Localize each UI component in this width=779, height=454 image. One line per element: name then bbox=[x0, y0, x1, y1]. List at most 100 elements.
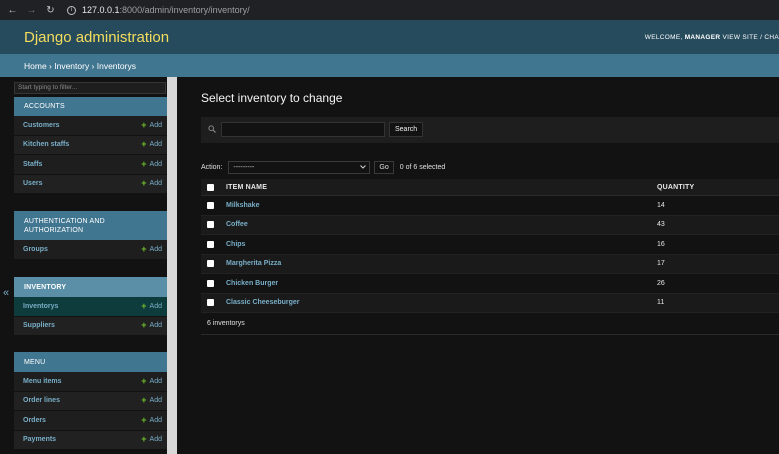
sidebar-item-payments[interactable]: Payments + Add bbox=[14, 430, 167, 450]
item-name-link[interactable]: Chips bbox=[226, 241, 245, 248]
select-all-checkbox[interactable] bbox=[207, 183, 214, 191]
add-link[interactable]: + Add bbox=[141, 395, 162, 406]
sidebar-item-label[interactable]: Order lines bbox=[23, 397, 60, 404]
url-path: :8000/admin/inventory/inventory/ bbox=[119, 5, 250, 15]
sidebar-item-label[interactable]: Payments bbox=[23, 436, 56, 443]
sidebar-item-label[interactable]: Menu items bbox=[23, 378, 62, 385]
go-button[interactable]: Go bbox=[374, 160, 394, 174]
plus-icon: + bbox=[141, 158, 147, 169]
sidebar-item-label[interactable]: Inventorys bbox=[23, 303, 58, 310]
search-input[interactable] bbox=[221, 122, 385, 137]
module-auth: AUTHENTICATION AND AUTHORIZATION Groups +… bbox=[14, 211, 167, 260]
back-icon[interactable]: ← bbox=[6, 4, 19, 17]
table-row: Margherita Pizza 17 bbox=[201, 254, 779, 274]
sidebar-item-users[interactable]: Users + Add bbox=[14, 174, 167, 194]
quantity-cell: 43 bbox=[657, 221, 665, 229]
row-checkbox[interactable] bbox=[207, 221, 214, 229]
sidebar-scrollbar[interactable] bbox=[167, 77, 177, 454]
add-link[interactable]: + Add bbox=[141, 139, 162, 150]
changelist-content: Select inventory to change Search Action… bbox=[177, 77, 779, 454]
sidebar-item-label[interactable]: Users bbox=[23, 180, 42, 187]
item-name-link[interactable]: Chicken Burger bbox=[226, 280, 278, 287]
sidebar-item-order-lines[interactable]: Order lines + Add bbox=[14, 391, 167, 411]
row-checkbox[interactable] bbox=[207, 201, 214, 209]
sidebar-item-menu-items[interactable]: Menu items + Add bbox=[14, 372, 167, 392]
add-link[interactable]: + Add bbox=[141, 300, 162, 311]
item-name-link[interactable]: Classic Cheeseburger bbox=[226, 299, 300, 306]
plus-icon: + bbox=[141, 320, 147, 331]
reload-icon[interactable]: ↻ bbox=[44, 4, 57, 17]
table-row: Chips 16 bbox=[201, 235, 779, 255]
site-info-icon[interactable]: i bbox=[67, 5, 76, 15]
item-name-link[interactable]: Coffee bbox=[226, 221, 248, 228]
add-link[interactable]: + Add bbox=[141, 320, 162, 331]
add-link[interactable]: + Add bbox=[141, 435, 162, 444]
sidebar-item-label[interactable]: Groups bbox=[23, 246, 48, 253]
user-links[interactable]: VIEW SITE / CHA bbox=[722, 34, 779, 41]
row-checkbox[interactable] bbox=[207, 240, 214, 248]
sidebar-item-label[interactable]: Kitchen staffs bbox=[23, 141, 69, 148]
sidebar-item-label[interactable]: Orders bbox=[23, 417, 46, 424]
row-checkbox[interactable] bbox=[207, 279, 214, 287]
item-name-link[interactable]: Margherita Pizza bbox=[226, 260, 281, 267]
breadcrumb[interactable]: Home › Inventory › Inventorys bbox=[0, 54, 779, 77]
sidebar-toggle[interactable]: « bbox=[0, 77, 13, 454]
sidebar-item-label[interactable]: Staffs bbox=[23, 161, 42, 168]
paginator: 6 inventorys bbox=[201, 313, 779, 335]
nav-filter-input[interactable]: Start typing to filter... bbox=[14, 82, 166, 94]
add-link[interactable]: + Add bbox=[141, 415, 162, 424]
module-caption[interactable]: INVENTORY bbox=[14, 277, 167, 297]
row-checkbox[interactable] bbox=[207, 260, 214, 268]
collapse-sidebar-icon[interactable]: « bbox=[3, 287, 9, 299]
sidebar-item-orders[interactable]: Orders + Add bbox=[14, 411, 167, 431]
forward-icon[interactable]: → bbox=[25, 4, 38, 17]
table-header: ITEM NAME QUANTITY bbox=[201, 179, 779, 196]
site-title[interactable]: Django administration bbox=[24, 29, 169, 46]
address-bar[interactable]: i 127.0.0.1:8000/admin/inventory/invento… bbox=[67, 5, 250, 15]
add-link[interactable]: + Add bbox=[141, 375, 162, 386]
action-select[interactable]: --------- bbox=[228, 160, 371, 174]
actions-bar: Action: --------- Go 0 of 6 selected bbox=[201, 158, 779, 176]
sidebar-item-inventorys[interactable]: Inventorys + Add bbox=[14, 297, 167, 317]
module-caption[interactable]: AUTHENTICATION AND AUTHORIZATION bbox=[14, 211, 167, 240]
add-link[interactable]: + Add bbox=[141, 119, 162, 130]
plus-icon: + bbox=[141, 300, 147, 311]
sidebar-item-kitchen-staffs[interactable]: Kitchen staffs + Add bbox=[14, 135, 167, 155]
username: MANAGER bbox=[684, 34, 721, 41]
plus-icon: + bbox=[141, 139, 147, 150]
module-caption[interactable]: MENU bbox=[14, 352, 167, 372]
search-button[interactable]: Search bbox=[389, 122, 424, 137]
quantity-cell: 26 bbox=[657, 279, 665, 287]
row-checkbox[interactable] bbox=[207, 299, 214, 307]
search-icon bbox=[208, 125, 216, 133]
table-row: Classic Cheeseburger 11 bbox=[201, 293, 779, 313]
sidebar-item-label[interactable]: Suppliers bbox=[23, 322, 55, 329]
sidebar-item-customers[interactable]: Customers + Add bbox=[14, 116, 167, 136]
item-name-link[interactable]: Milkshake bbox=[226, 202, 259, 209]
plus-icon: + bbox=[141, 395, 147, 406]
sidebar-item-staffs[interactable]: Staffs + Add bbox=[14, 155, 167, 175]
sidebar-item-groups[interactable]: Groups + Add bbox=[14, 240, 167, 260]
add-link[interactable]: + Add bbox=[141, 158, 162, 169]
column-header-item-name[interactable]: ITEM NAME bbox=[226, 184, 267, 191]
module-menu: MENU Menu items + Add Order lines + Add Orde… bbox=[14, 352, 167, 450]
sidebar-item-suppliers[interactable]: Suppliers + Add bbox=[14, 316, 167, 336]
table-row: Coffee 43 bbox=[201, 215, 779, 235]
add-link[interactable]: + Add bbox=[141, 244, 162, 253]
browser-toolbar: ← → ↻ i 127.0.0.1:8000/admin/inventory/i… bbox=[0, 0, 779, 20]
module-accounts: ACCOUNTS Customers + Add Kitchen staffs + Ad… bbox=[14, 97, 167, 194]
selected-count: 0 of 6 selected bbox=[399, 163, 446, 171]
module-caption[interactable]: ACCOUNTS bbox=[14, 97, 167, 116]
result-list: ITEM NAME QUANTITY Milkshake 14 Coffee 4… bbox=[201, 179, 779, 335]
sidebar-item-label[interactable]: Customers bbox=[23, 122, 60, 129]
site-header: Django administration WELCOME, MANAGER V… bbox=[0, 20, 779, 54]
column-header-quantity[interactable]: QUANTITY bbox=[657, 184, 694, 191]
add-link[interactable]: + Add bbox=[141, 179, 162, 188]
plus-icon: + bbox=[141, 375, 147, 386]
plus-icon: + bbox=[141, 119, 147, 130]
quantity-cell: 11 bbox=[657, 299, 665, 307]
welcome-text: WELCOME, bbox=[644, 34, 683, 41]
search-toolbar: Search bbox=[201, 117, 779, 143]
quantity-cell: 16 bbox=[657, 240, 665, 248]
chevron-down-icon bbox=[360, 164, 367, 171]
